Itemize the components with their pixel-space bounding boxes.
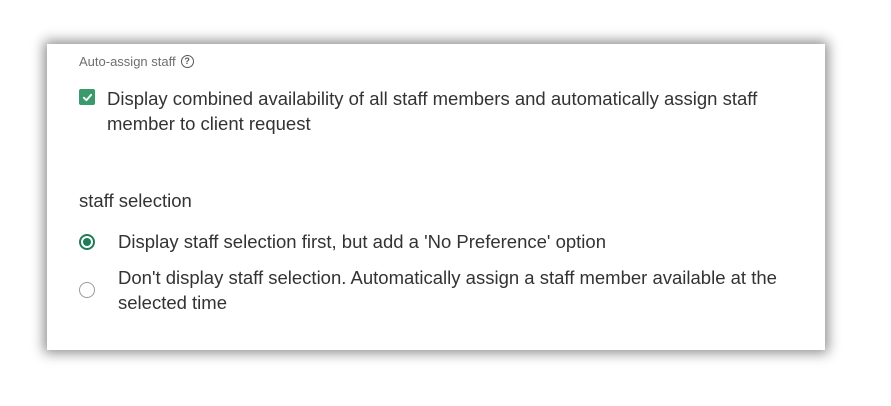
auto-assign-section-label: Auto-assign staff ?: [79, 54, 194, 69]
auto-assign-checkbox[interactable]: [79, 89, 95, 105]
checkmark-icon: [82, 93, 92, 101]
staff-selection-option-auto-assign[interactable]: Don't display staff selection. Automatic…: [79, 265, 814, 315]
settings-card: Auto-assign staff ? Display combined ava…: [47, 44, 825, 350]
radio-dot: [83, 237, 91, 246]
auto-assign-option[interactable]: Display combined availability of all sta…: [79, 86, 799, 136]
staff-selection-option-label[interactable]: Don't display staff selection. Automatic…: [118, 265, 814, 315]
staff-selection-title: staff selection: [79, 190, 192, 211]
staff-selection-option-no-preference[interactable]: Display staff selection first, but add a…: [79, 229, 814, 254]
radio-button-unselected[interactable]: [79, 282, 95, 298]
staff-selection-option-label[interactable]: Display staff selection first, but add a…: [118, 229, 606, 254]
help-circle-icon[interactable]: ?: [180, 55, 194, 68]
radio-button-selected[interactable]: [79, 233, 95, 250]
auto-assign-label: Auto-assign staff: [79, 54, 176, 69]
auto-assign-checkbox-label[interactable]: Display combined availability of all sta…: [107, 86, 799, 136]
